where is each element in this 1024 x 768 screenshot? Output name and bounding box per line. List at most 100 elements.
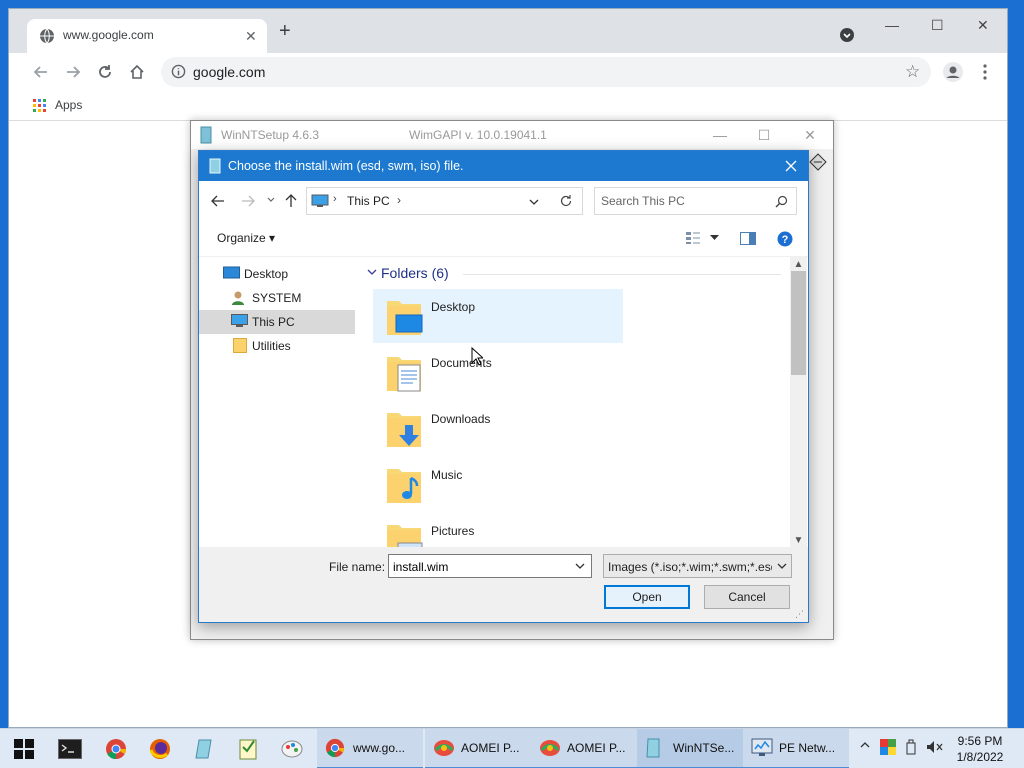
svg-text:?: ? [782,234,789,246]
nav-item-this-pc[interactable]: This PC [199,310,355,334]
profile-icon[interactable] [939,58,967,86]
winntsetup-icon [209,158,221,174]
chrome-icon[interactable] [94,729,138,768]
clock-time: 9:56 PM [957,734,1003,748]
forward-icon[interactable] [59,58,87,86]
forward-icon[interactable] [241,194,255,208]
omnibox[interactable]: google.com ☆ [161,57,931,87]
maximize-icon[interactable]: ☐ [741,121,787,149]
computer-icon [311,194,329,208]
dialog-titlebar: Choose the install.wim (esd, swm, iso) f… [199,151,808,181]
search-box[interactable] [594,187,797,215]
dialog-command-bar: Organize ▾ ? [199,221,808,257]
cancel-button[interactable]: Cancel [704,585,790,609]
usb-drive-icon[interactable] [906,739,916,755]
task-chrome[interactable]: www.go... [317,729,423,768]
wimtool-icon[interactable] [182,729,226,768]
tray-overflow-icon[interactable] [860,741,870,749]
breadcrumb-chevron-icon[interactable]: › [397,193,401,207]
drive-icon[interactable] [809,153,827,171]
new-tab-icon[interactable]: + [279,21,291,41]
search-input[interactable] [601,193,771,209]
info-icon[interactable] [171,64,186,79]
close-tab-icon[interactable]: ✕ [245,28,257,45]
notepad-icon[interactable] [226,729,270,768]
volume-muted-icon[interactable] [926,740,944,754]
start-button[interactable] [2,729,46,768]
nav-item-label: Utilities [252,339,291,353]
organize-button[interactable]: Organize ▾ [217,231,275,245]
pictures-folder-icon [385,519,425,547]
scroll-down-icon[interactable]: ▼ [790,533,807,547]
folder-item-downloads[interactable]: Downloads [373,401,623,455]
task-aomei-2[interactable]: AOMEI P... [531,729,637,768]
nav-item-utilities[interactable]: Utilities [199,334,355,358]
file-type-dropdown-icon[interactable] [777,563,787,570]
file-name-combobox[interactable] [388,554,592,578]
paint-icon[interactable] [270,729,314,768]
nav-item-desktop[interactable]: Desktop [199,262,355,286]
folder-name: Desktop [431,300,476,314]
dialog-close-icon[interactable] [774,151,808,181]
task-winntsetup[interactable]: WinNTSe... [637,729,743,768]
apps-bookmark[interactable]: Apps [55,98,82,112]
chrome-tab[interactable]: www.google.com ✕ [27,19,267,53]
bookmark-star-icon[interactable]: ☆ [905,62,920,82]
up-icon[interactable] [285,194,297,208]
folder-name: Downloads [431,412,491,426]
collapse-group-icon[interactable] [367,269,377,276]
maximize-icon[interactable]: ☐ [931,17,944,34]
nav-item-label: This PC [252,315,295,329]
help-icon[interactable]: ? [777,231,793,247]
folder-item-documents[interactable]: Documents [373,345,623,399]
organize-label: Organize [217,231,266,245]
nav-item-label: SYSTEM [252,291,302,305]
view-options-icon[interactable] [685,231,701,245]
color-tray-icon[interactable] [880,739,896,755]
resize-grip-icon[interactable]: ⋰ [795,609,804,620]
windows-logo-icon [14,739,34,759]
file-name-dropdown-icon[interactable] [575,563,585,570]
back-icon[interactable] [211,194,225,208]
folder-icon [233,338,247,353]
folders-group-header[interactable]: Folders (6) [381,265,449,281]
search-icon[interactable] [775,195,788,208]
task-aomei-1[interactable]: AOMEI P... [425,729,531,768]
refresh-icon[interactable] [549,187,583,215]
minimize-icon[interactable]: — [885,17,899,33]
folder-item-music[interactable]: Music [373,457,623,511]
back-icon[interactable] [27,58,55,86]
address-dropdown-icon[interactable] [529,198,539,206]
chrome-icon [325,738,345,758]
home-icon[interactable] [123,58,151,86]
cmd-icon[interactable] [48,729,92,768]
clock-date: 1/8/2022 [956,750,1004,764]
nav-item-system[interactable]: SYSTEM [199,286,355,310]
preview-pane-icon[interactable] [740,232,756,245]
address-bar[interactable]: › This PC › [306,187,550,215]
close-icon[interactable]: ✕ [787,121,833,149]
system-clock[interactable]: 9:56 PM 1/8/2022 [952,733,1008,765]
firefox-icon[interactable] [138,729,182,768]
tab-search-icon[interactable] [839,27,855,43]
breadcrumb-separator-icon[interactable]: › [333,193,337,205]
scroll-up-icon[interactable]: ▲ [790,257,807,271]
navigation-pane: Desktop SYSTEM This PC Utilities [199,257,357,547]
apps-grid-icon[interactable] [33,99,47,113]
folder-item-desktop[interactable]: Desktop [373,289,623,343]
minimize-icon[interactable]: — [697,121,743,149]
folder-item-pictures[interactable]: Pictures [373,513,623,547]
file-name-input[interactable] [393,559,563,574]
downloads-folder-icon [385,407,425,449]
reload-icon[interactable] [91,58,119,86]
open-button[interactable]: Open [604,585,690,609]
file-type-select[interactable]: Images (*.iso;*.wim;*.swm;*.esd) [603,554,792,578]
close-window-icon[interactable]: ✕ [977,17,989,34]
breadcrumb-this-pc[interactable]: This PC [347,194,390,208]
scrollbar-thumb[interactable] [791,271,806,375]
vertical-scrollbar[interactable]: ▲ ▼ [790,257,807,547]
chrome-menu-icon[interactable] [971,58,999,86]
recent-locations-icon[interactable] [267,196,275,204]
view-dropdown-icon[interactable] [710,235,719,241]
task-pe-network[interactable]: PE Netw... [743,729,849,768]
